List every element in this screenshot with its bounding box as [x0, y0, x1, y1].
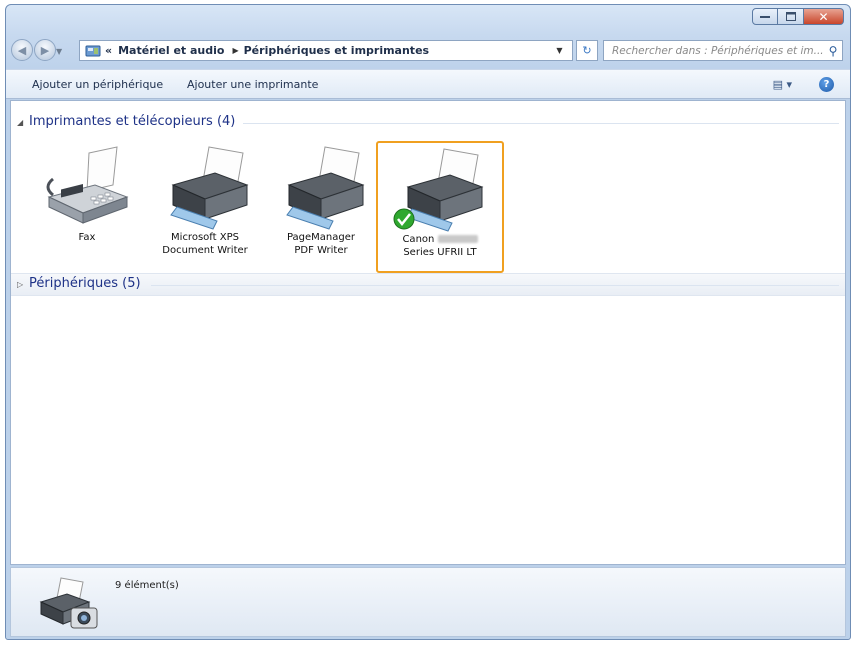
devices-printers-icon	[39, 577, 98, 629]
address-bar[interactable]: « Matériel et audio ▶ Périphériques et i…	[79, 40, 573, 61]
device-pagemanager[interactable]: PageManager PDF Writer	[263, 145, 379, 265]
forward-button[interactable]: ▶	[34, 39, 56, 61]
maximize-icon	[785, 12, 796, 21]
address-row: ◀ ▶ ▼ « Matériel et audio ▶ Périphérique…	[6, 35, 850, 65]
add-device-button[interactable]: Ajouter un périphérique	[32, 78, 163, 91]
printer-icon	[286, 146, 365, 230]
device-canon-label-line2: Series UFRII LT	[403, 247, 477, 258]
device-pagemanager-label-line1: PageManager	[286, 232, 356, 243]
close-button[interactable]: ✕	[804, 8, 844, 25]
device-pagemanager-label-line2: PDF Writer	[294, 245, 348, 256]
group-printers-header[interactable]: ◢ Imprimantes et télécopieurs (4)	[11, 114, 845, 132]
printer-icon	[170, 146, 249, 230]
window-controls: ✕	[752, 8, 844, 25]
device-fax-label: Fax	[78, 232, 96, 243]
device-fax[interactable]: Fax	[29, 145, 145, 265]
title-bar: ✕	[6, 5, 850, 33]
device-canon-brand: Canon	[402, 234, 435, 245]
group-devices-title: Périphériques (5)	[29, 276, 141, 291]
add-printer-button[interactable]: Ajouter une imprimante	[187, 78, 318, 91]
explorer-window: ✕ ◀ ▶ ▼ « Matériel et audio ▶ Périphériq…	[5, 4, 851, 640]
back-arrow-icon: ◀	[17, 43, 27, 57]
group-printers-title: Imprimantes et télécopieurs (4)	[29, 114, 244, 129]
breadcrumb-separator-icon[interactable]: ▶	[232, 46, 238, 55]
device-canon-label-line1: Canon	[378, 233, 502, 246]
search-icon[interactable]: ⚲	[824, 44, 842, 58]
group-divider	[151, 285, 839, 286]
refresh-button[interactable]: ↻	[576, 40, 598, 61]
breadcrumb-devices-printers[interactable]: Périphériques et imprimantes	[244, 44, 429, 57]
fax-icon	[46, 146, 129, 224]
printer-icon	[393, 148, 484, 232]
breadcrumb-hardware-sound[interactable]: Matériel et audio	[118, 44, 224, 57]
close-icon: ✕	[818, 9, 829, 24]
devices-pane: ◢ Imprimantes et télécopieurs (4) Fax Mi…	[10, 100, 846, 565]
maximize-button[interactable]	[778, 8, 804, 25]
device-canon[interactable]: Canon Series UFRII LT	[376, 141, 504, 273]
device-microsoft-xps[interactable]: Microsoft XPS Document Writer	[147, 145, 263, 265]
refresh-icon: ↻	[582, 44, 592, 57]
minimize-button[interactable]	[752, 8, 778, 25]
minimize-icon	[760, 15, 770, 18]
default-printer-check-icon	[393, 208, 415, 230]
recent-pages-dropdown[interactable]: ▼	[56, 47, 62, 56]
search-input[interactable]: Rechercher dans : Périphériques et im...…	[603, 40, 843, 61]
chevron-down-icon: ▼	[556, 46, 563, 55]
group-devices-header[interactable]: ▷ Périphériques (5)	[11, 273, 845, 296]
forward-arrow-icon: ▶	[40, 43, 50, 57]
expand-triangle-icon[interactable]: ▷	[17, 280, 23, 289]
help-icon[interactable]: ?	[819, 77, 834, 92]
address-dropdown[interactable]: ▼	[546, 40, 573, 61]
view-options-icon[interactable]: ▤ ▾	[773, 78, 792, 91]
redacted-model	[437, 235, 478, 243]
device-microsoft-xps-label-line2: Document Writer	[162, 245, 248, 256]
collapse-triangle-icon[interactable]: ◢	[17, 118, 23, 127]
item-count: 9 élément(s)	[115, 580, 179, 591]
control-panel-icon	[85, 45, 101, 56]
address-prefix: «	[105, 44, 113, 57]
search-placeholder: Rechercher dans : Périphériques et im...	[612, 44, 824, 57]
command-bar: Ajouter un périphérique Ajouter une impr…	[6, 69, 850, 99]
details-pane: 9 élément(s)	[10, 567, 846, 637]
device-microsoft-xps-label-line1: Microsoft XPS	[171, 232, 239, 243]
back-button[interactable]: ◀	[11, 39, 33, 61]
